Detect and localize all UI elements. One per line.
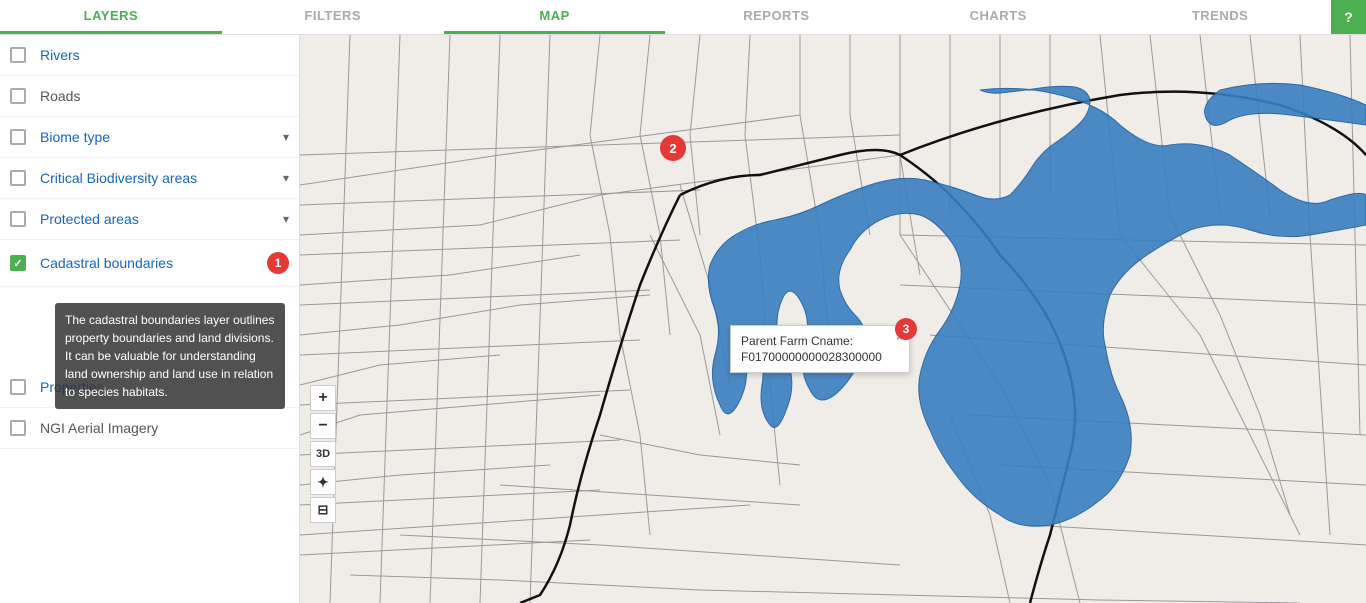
layer-item-cadastral-boundaries[interactable]: Cadastral boundaries 1 xyxy=(0,240,299,287)
tab-trends[interactable]: TRENDS xyxy=(1109,0,1331,34)
checkbox-ngi-aerial[interactable] xyxy=(10,420,26,436)
sidebar: Rivers Roads Biome type ▾ Critical Biodi… xyxy=(0,35,300,603)
layer-label-cadastral-boundaries: Cadastral boundaries xyxy=(40,255,261,271)
chevron-biome-type: ▾ xyxy=(283,130,289,144)
zoom-out-button[interactable]: − xyxy=(310,413,336,439)
map-controls: + − 3D ✦ ⊟ xyxy=(310,385,336,523)
tooltip-cadastral-boundaries: The cadastral boundaries layer outlines … xyxy=(55,303,285,409)
layer-label-roads: Roads xyxy=(40,88,289,104)
layer-label-rivers: Rivers xyxy=(40,47,289,63)
popup-badge-3: 3 xyxy=(895,318,917,340)
main-layout: Rivers Roads Biome type ▾ Critical Biodi… xyxy=(0,35,1366,603)
tab-map[interactable]: MAP xyxy=(444,0,666,34)
checkbox-critical-biodiversity[interactable] xyxy=(10,170,26,186)
map-area[interactable]: 2 × Parent Farm Cname: F0170000000002830… xyxy=(300,35,1366,603)
layer-item-protected-areas[interactable]: Protected areas ▾ xyxy=(0,199,299,240)
layer-label-biome-type: Biome type xyxy=(40,129,278,145)
map-badge-2: 2 xyxy=(660,135,686,161)
popup-value: F01700000000028300000 xyxy=(741,350,899,364)
print-button[interactable]: ⊟ xyxy=(310,497,336,523)
checkbox-rivers[interactable] xyxy=(10,47,26,63)
layer-item-roads[interactable]: Roads xyxy=(0,76,299,117)
tab-layers[interactable]: LAYERS xyxy=(0,0,222,34)
layer-item-biome-type[interactable]: Biome type ▾ xyxy=(0,117,299,158)
tab-reports[interactable]: REPORTS xyxy=(665,0,887,34)
checkbox-protected-areas[interactable] xyxy=(10,211,26,227)
nav-bar: LAYERS FILTERS MAP REPORTS CHARTS TRENDS… xyxy=(0,0,1366,35)
layer-item-rivers[interactable]: Rivers xyxy=(0,35,299,76)
map-popup: × Parent Farm Cname: F017000000000283000… xyxy=(730,325,910,373)
help-button[interactable]: ? xyxy=(1331,0,1366,34)
tab-charts[interactable]: CHARTS xyxy=(887,0,1109,34)
checkbox-roads[interactable] xyxy=(10,88,26,104)
layer-label-critical-biodiversity: Critical Biodiversity areas xyxy=(40,170,278,186)
map-svg xyxy=(300,35,1366,603)
checkbox-cadastral-boundaries[interactable] xyxy=(10,255,26,271)
chevron-protected-areas: ▾ xyxy=(283,212,289,226)
sun-button[interactable]: ✦ xyxy=(310,469,336,495)
layer-label-ngi-aerial: NGI Aerial Imagery xyxy=(40,420,289,436)
badge-cadastral-boundaries: 1 xyxy=(267,252,289,274)
layer-label-protected-areas: Protected areas xyxy=(40,211,278,227)
nav-left: LAYERS FILTERS MAP REPORTS CHARTS TRENDS xyxy=(0,0,1331,34)
tab-filters[interactable]: FILTERS xyxy=(222,0,444,34)
popup-title: Parent Farm Cname: xyxy=(741,334,899,348)
checkbox-properties[interactable] xyxy=(10,379,26,395)
3d-button[interactable]: 3D xyxy=(310,441,336,467)
zoom-in-button[interactable]: + xyxy=(310,385,336,411)
chevron-critical-biodiversity: ▾ xyxy=(283,171,289,185)
layer-item-ngi-aerial[interactable]: NGI Aerial Imagery xyxy=(0,408,299,449)
checkbox-biome-type[interactable] xyxy=(10,129,26,145)
layer-item-critical-biodiversity[interactable]: Critical Biodiversity areas ▾ xyxy=(0,158,299,199)
